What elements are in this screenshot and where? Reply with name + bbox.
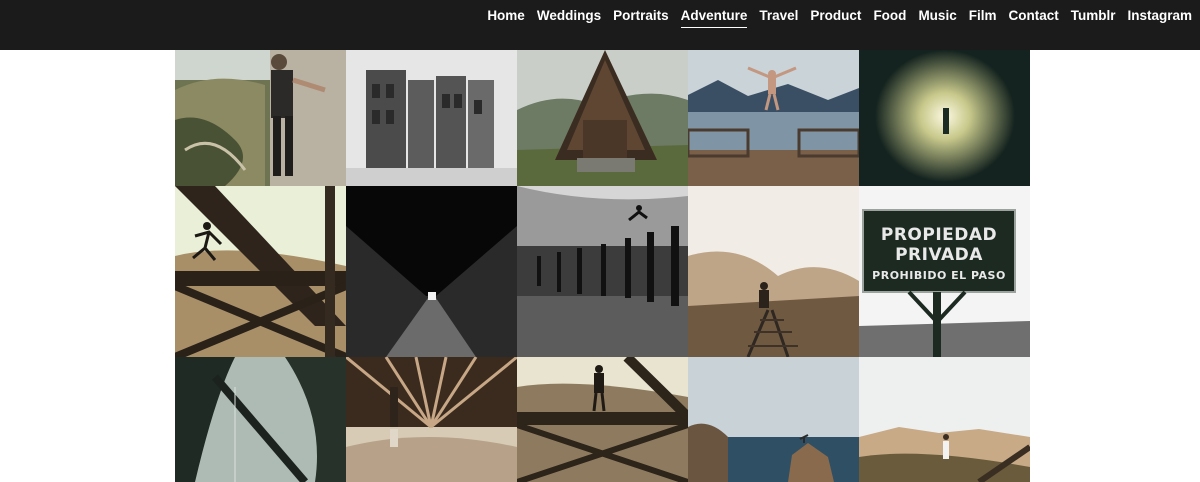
rail-tracks-image — [688, 186, 859, 357]
nav-adventure[interactable]: Adventure — [680, 6, 748, 28]
private-property-sign-image: PROPIEDAD PRIVADA PROHIBIDO EL PASO — [859, 186, 1030, 357]
lake-jump-image — [688, 50, 859, 186]
photo-tile-wooden-cabin[interactable] — [517, 50, 688, 186]
photo-tile-jump-bridge-beams[interactable] — [175, 186, 346, 357]
sea-rocks-image — [688, 357, 859, 482]
nav-tumblr[interactable]: Tumblr — [1071, 6, 1116, 28]
photo-tile-sea-rocks[interactable] — [688, 357, 859, 482]
photo-tile-jump-pier-posts[interactable] — [517, 186, 688, 357]
photo-tile-tunnel-light[interactable] — [859, 50, 1030, 186]
nav-weddings[interactable]: Weddings — [537, 6, 601, 28]
under-bridge-image — [346, 357, 517, 482]
nav-home[interactable]: Home — [487, 6, 525, 28]
nav-food[interactable]: Food — [873, 6, 906, 28]
photo-tile-standing-on-bridge[interactable] — [517, 357, 688, 482]
nav-film[interactable]: Film — [969, 6, 997, 28]
building-image — [346, 50, 517, 186]
nav-travel[interactable]: Travel — [759, 6, 798, 28]
tunnel-light-image — [859, 50, 1030, 186]
photo-tile-hiker-overlooking-town[interactable] — [175, 50, 346, 186]
main-nav: Home Weddings Portraits Adventure Travel… — [487, 6, 1192, 28]
photo-tile-hanging-under-bridge[interactable] — [346, 357, 517, 482]
nav-instagram[interactable]: Instagram — [1127, 6, 1192, 28]
pier-posts-image — [517, 186, 688, 357]
dark-tunnel-image — [346, 186, 517, 357]
nav-portraits[interactable]: Portraits — [613, 6, 669, 28]
top-nav-bar: Home Weddings Portraits Adventure Travel… — [0, 0, 1200, 50]
photo-tile-jump-lake-pier[interactable] — [688, 50, 859, 186]
misty-forest-image — [175, 357, 346, 482]
nav-music[interactable]: Music — [918, 6, 956, 28]
photo-tile-misty-forest[interactable] — [175, 357, 346, 482]
sign-line-3: PROHIBIDO EL PASO — [872, 269, 1006, 282]
sign-line-1: PROPIEDAD — [881, 225, 997, 245]
nav-product[interactable]: Product — [810, 6, 861, 28]
photo-tile-abandoned-building[interactable] — [346, 50, 517, 186]
bridge-jump-image — [175, 186, 346, 357]
photo-tile-valley-railway[interactable] — [859, 357, 1030, 482]
hiker-cliff-image — [175, 50, 346, 186]
cabin-image — [517, 50, 688, 186]
photo-tile-dark-tunnel[interactable] — [346, 186, 517, 357]
photo-gallery-grid: PROPIEDAD PRIVADA PROHIBIDO EL PASO — [175, 50, 1030, 482]
photo-tile-walking-rail-tracks[interactable] — [688, 186, 859, 357]
valley-railway-image — [859, 357, 1030, 482]
nav-contact[interactable]: Contact — [1008, 6, 1058, 28]
standing-bridge-image — [517, 357, 688, 482]
photo-tile-propiedad-privada-sign[interactable]: PROPIEDAD PRIVADA PROHIBIDO EL PASO — [859, 186, 1030, 357]
sign-line-2: PRIVADA — [895, 245, 983, 265]
